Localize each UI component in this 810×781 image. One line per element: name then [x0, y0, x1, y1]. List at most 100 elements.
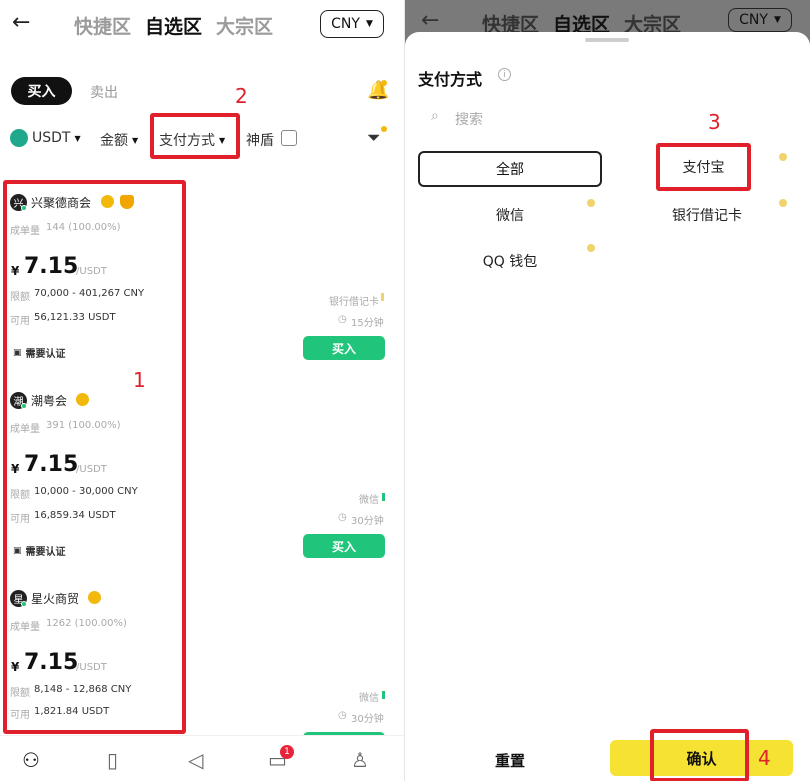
payment-method: 微信: [359, 693, 379, 704]
payment-option-bank-card[interactable]: 银行借记卡: [615, 197, 799, 233]
filter-dot: [381, 126, 387, 132]
qq-wallet-status-dot: [587, 244, 595, 252]
verified-badge-icon: [88, 591, 101, 604]
coin-label: USDT: [32, 130, 71, 146]
currency-select[interactable]: CNY ▼: [320, 10, 384, 38]
buy-button[interactable]: 买入: [303, 534, 385, 558]
currency-symbol: ¥: [11, 660, 20, 674]
currency-select: CNY ▼: [728, 8, 792, 32]
available-value: 16,859.34 USDT: [34, 510, 116, 521]
ad-card: 星 星火商贸 成单量 1262 (100.00%) ¥ 7.15 /USDT 限…: [0, 586, 405, 756]
verify-label: 需要认证: [25, 547, 66, 558]
bank-card-status-dot: [779, 199, 787, 207]
caret-down-icon: ▼: [365, 19, 373, 29]
available-label: 可用: [10, 316, 30, 327]
price-unit: /USDT: [76, 464, 107, 475]
price-unit: /USDT: [76, 266, 107, 277]
payment-method: 微信: [359, 495, 379, 506]
merchant-name[interactable]: 兴聚德商会: [31, 194, 91, 211]
online-dot: [21, 601, 27, 607]
back-arrow-icon: ←: [421, 8, 440, 33]
payment-method: 银行借记卡: [329, 297, 379, 308]
tab-custom[interactable]: 自选区: [145, 12, 202, 39]
available-label: 可用: [10, 514, 30, 525]
tab-block[interactable]: 大宗区: [216, 12, 273, 39]
payment-time: 30分钟: [351, 516, 384, 527]
tab-quick[interactable]: 快捷区: [74, 12, 131, 39]
profile-icon[interactable]: ♙: [351, 748, 369, 772]
bottom-nav: ⚇ ▯ ◁ ▭ 1 ♙: [0, 735, 405, 781]
p2p-market-screen: ← 快捷区 自选区 大宗区 CNY ▼ 买入 卖出 🔔 2 USDT ▼ 金额 …: [0, 0, 405, 781]
merchant-name[interactable]: 潮粤会: [31, 392, 67, 409]
message-count-badge: 1: [280, 745, 294, 759]
verified-badge-icon: [101, 195, 114, 208]
sheet-title: 支付方式: [418, 70, 483, 89]
caret-down-icon: ▼: [132, 135, 139, 145]
verified-badge-icon: [76, 393, 89, 406]
payment-option-wechat[interactable]: 微信: [418, 197, 602, 233]
verify-requirement: ▣ 需要认证: [13, 345, 66, 361]
annotation-box-4: [650, 729, 749, 781]
currency-label: CNY: [331, 16, 360, 32]
shield-label: 神盾: [246, 133, 274, 149]
annotation-2: 2: [235, 84, 248, 108]
wechat-status-dot: [587, 199, 595, 207]
merchant-name[interactable]: 星火商贸: [31, 590, 79, 607]
available-label: 可用: [10, 710, 30, 721]
search-input[interactable]: 搜索: [455, 109, 483, 129]
orders-label: 成单量: [10, 226, 40, 237]
sheet-drag-handle[interactable]: [585, 38, 629, 42]
currency-symbol: ¥: [11, 462, 20, 476]
orders-value: 144 (100.00%): [46, 222, 121, 233]
filter-icon[interactable]: ⏷: [367, 128, 381, 148]
orders-value: 1262 (100.00%): [46, 618, 127, 629]
alipay-status-dot: [779, 153, 787, 161]
buy-button[interactable]: 买入: [303, 336, 385, 360]
currency-label: CNY: [739, 12, 768, 28]
back-arrow-icon[interactable]: ←: [12, 10, 30, 35]
orders-value: 391 (100.00%): [46, 420, 121, 431]
amount-filter[interactable]: 金额 ▼: [100, 130, 138, 150]
ad-card: 兴 兴聚德商会 成单量 144 (100.00%) ¥ 7.15 /USDT 限…: [0, 190, 405, 365]
megaphone-icon[interactable]: ◁: [188, 748, 203, 772]
payment-option-all[interactable]: 全部: [418, 151, 602, 187]
reset-button[interactable]: 重置: [415, 740, 605, 780]
payment-option-qq-wallet[interactable]: QQ 钱包: [418, 243, 602, 279]
annotation-box-2: [150, 113, 240, 159]
buy-tab[interactable]: 买入: [11, 77, 72, 105]
sell-tab[interactable]: 卖出: [90, 82, 118, 102]
payment-color-bar: [382, 493, 385, 501]
search-icon: ⌕: [431, 108, 439, 124]
annotation-3: 3: [708, 110, 721, 134]
limit-value: 70,000 - 401,267 CNY: [34, 288, 145, 299]
limit-label: 限额: [10, 292, 30, 303]
p2p-people-icon[interactable]: ⚇: [22, 748, 40, 772]
limit-label: 限额: [10, 490, 30, 501]
clock-icon: ◷: [338, 314, 347, 325]
verify-label: 需要认证: [25, 349, 66, 360]
payment-color-bar: [381, 293, 384, 301]
amount-label: 金额: [100, 133, 128, 149]
usdt-icon: [10, 129, 28, 147]
caret-down-icon: ▼: [773, 15, 781, 25]
clock-icon: ◷: [338, 710, 347, 721]
id-card-icon: ▣: [13, 545, 22, 556]
available-value: 56,121.33 USDT: [34, 312, 116, 323]
payment-method-sheet: 支付方式 i ⌕ 搜索 3 全部 支付宝 微信 银行借记卡 QQ 钱包 重置 确…: [405, 32, 810, 781]
coin-filter[interactable]: USDT ▼: [10, 129, 81, 147]
online-dot: [21, 403, 27, 409]
payment-option-alipay[interactable]: 支付宝: [660, 147, 747, 187]
caret-down-icon: ▼: [74, 133, 81, 143]
currency-symbol: ¥: [11, 264, 20, 278]
limit-label: 限额: [10, 688, 30, 699]
payment-filter-screen: ← 快捷区 自选区 大宗区 CNY ▼ 支付方式 i ⌕ 搜索 3 全部 支付宝…: [405, 0, 810, 781]
orders-label: 成单量: [10, 424, 40, 435]
info-icon[interactable]: i: [498, 68, 511, 81]
price: 7.15: [24, 650, 79, 675]
shield-badge-icon: [120, 195, 134, 209]
orders-icon[interactable]: ▯: [107, 748, 118, 772]
verify-requirement: ▣ 需要认证: [13, 543, 66, 559]
shield-checkbox[interactable]: [281, 130, 297, 146]
price: 7.15: [24, 254, 79, 279]
available-value: 1,821.84 USDT: [34, 706, 110, 717]
